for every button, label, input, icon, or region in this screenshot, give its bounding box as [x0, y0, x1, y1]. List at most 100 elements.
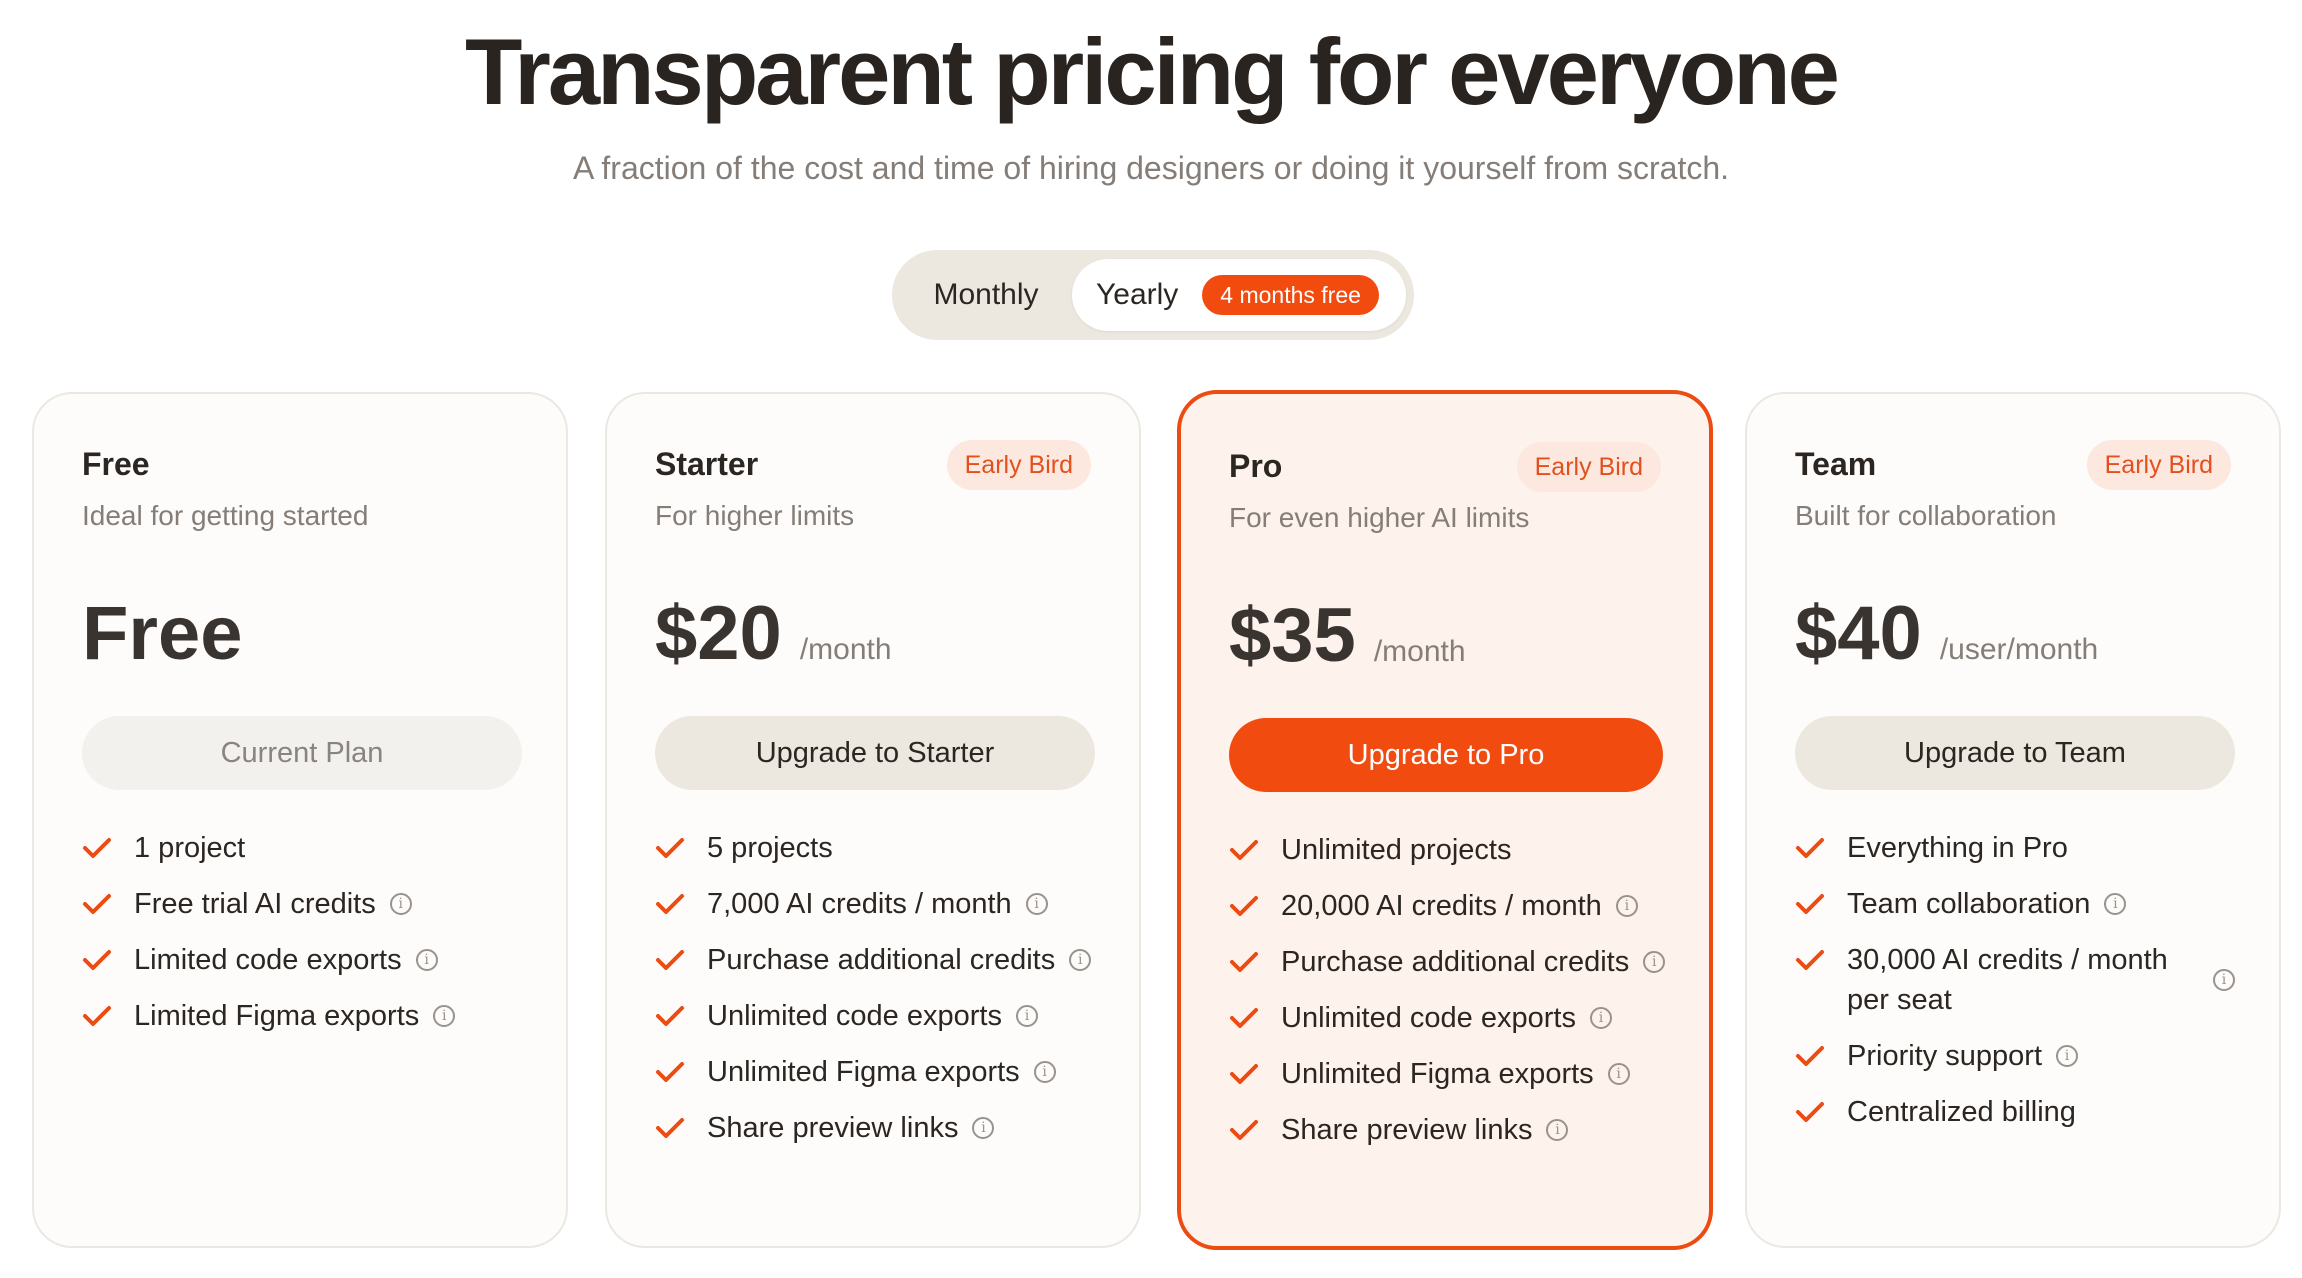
plan-name: Free [82, 446, 150, 482]
check-icon [82, 940, 116, 980]
check-icon [655, 940, 689, 980]
feature-text: Share preview links [1281, 1114, 1533, 1146]
feature-item: Unlimited code exports i [1229, 998, 1669, 1038]
check-icon [655, 828, 689, 868]
price-amount: $40 [1795, 591, 1922, 676]
feature-item: 7,000 AI credits / month i [655, 884, 1095, 924]
info-icon[interactable]: i [972, 1117, 995, 1139]
page-subtitle: A fraction of the cost and time of hirin… [572, 150, 1730, 186]
feature-text: Unlimited code exports [1281, 1002, 1576, 1034]
feature-item: Everything in Pro [1795, 828, 2235, 868]
info-icon[interactable]: i [1607, 1063, 1630, 1085]
info-icon[interactable]: i [2213, 969, 2235, 991]
plan-price: Free [82, 590, 243, 677]
feature-item: Share preview links i [655, 1108, 1095, 1148]
feature-text: Priority support [1847, 1040, 2043, 1072]
feature-item: 30,000 AI credits / month per seat i [1795, 940, 2235, 1020]
feature-item: 1 project [82, 828, 522, 868]
plan-card-team: Team Early Bird Built for collaboration … [1745, 392, 2281, 1248]
info-icon[interactable]: i [2056, 1045, 2079, 1067]
check-icon [655, 1052, 689, 1092]
check-icon [655, 996, 689, 1036]
check-icon [655, 884, 689, 924]
feature-text: Purchase additional credits [707, 944, 1056, 976]
info-icon[interactable]: i [415, 949, 438, 971]
info-icon[interactable]: i [1546, 1119, 1569, 1141]
plan-card-free: Free Ideal for getting started Free Curr… [32, 392, 568, 1248]
feature-text: Limited Figma exports [134, 1000, 420, 1032]
plan-price: $35 /month [1229, 592, 1466, 679]
price-amount: Free [82, 591, 243, 676]
info-icon[interactable]: i [1033, 1061, 1056, 1083]
feature-item: Free trial AI credits i [82, 884, 522, 924]
check-icon [1795, 828, 1829, 868]
feature-text: Unlimited Figma exports [707, 1056, 1020, 1088]
early-bird-badge: Early Bird [946, 440, 1091, 490]
feature-text: Centralized billing [1847, 1096, 2076, 1128]
months-free-badge: 4 months free [1202, 275, 1379, 315]
early-bird-badge: Early Bird [2086, 440, 2231, 490]
plan-description: Ideal for getting started [82, 500, 369, 531]
info-icon[interactable]: i [1643, 951, 1666, 973]
feature-item: Purchase additional credits i [655, 940, 1095, 980]
price-period: /month [799, 633, 892, 666]
info-icon[interactable]: i [1025, 893, 1048, 915]
check-icon [655, 1108, 689, 1148]
check-icon [1795, 884, 1829, 924]
upgrade-to-starter-button[interactable]: Upgrade to Starter [655, 716, 1095, 790]
check-icon [1229, 998, 1263, 1038]
early-bird-badge: Early Bird [1516, 442, 1661, 492]
feature-item: 5 projects [655, 828, 1095, 868]
billing-yearly-label: Yearly [1096, 278, 1179, 311]
feature-text: Limited code exports [134, 944, 402, 976]
info-icon[interactable]: i [1589, 1007, 1612, 1029]
billing-yearly-option[interactable]: Yearly 4 months free [1072, 259, 1406, 331]
price-period: /month [1373, 635, 1466, 668]
feature-item: Unlimited projects [1229, 830, 1669, 870]
feature-list: Everything in Pro Team collaboration i 30,0… [1795, 828, 2235, 1148]
feature-text: 5 projects [707, 832, 833, 864]
plan-card-starter: Starter Early Bird For higher limits $20… [605, 392, 1141, 1248]
info-icon[interactable]: i [1615, 895, 1638, 917]
upgrade-to-team-button[interactable]: Upgrade to Team [1795, 716, 2235, 790]
check-icon [82, 996, 116, 1036]
current-plan-button[interactable]: Current Plan [82, 716, 522, 790]
check-icon [82, 828, 116, 868]
feature-text: Unlimited projects [1281, 834, 1512, 866]
feature-item: Purchase additional credits i [1229, 942, 1669, 982]
feature-text: Purchase additional credits [1281, 946, 1630, 978]
billing-monthly-option[interactable]: Monthly [900, 278, 1072, 312]
info-icon[interactable]: i [433, 1005, 456, 1027]
plan-name: Starter [655, 446, 759, 482]
info-icon[interactable]: i [2104, 893, 2127, 915]
feature-text: Team collaboration [1847, 888, 2091, 920]
feature-text: Unlimited code exports [707, 1000, 1002, 1032]
check-icon [1229, 942, 1263, 982]
billing-toggle: Monthly Yearly 4 months free [892, 250, 1414, 340]
feature-item: Unlimited code exports i [655, 996, 1095, 1036]
feature-text: Free trial AI credits [134, 888, 376, 920]
feature-item: Unlimited Figma exports i [1229, 1054, 1669, 1094]
feature-text: Unlimited Figma exports [1281, 1058, 1594, 1090]
feature-text: 30,000 AI credits / month per seat [1847, 944, 2168, 1016]
check-icon [1795, 1036, 1829, 1076]
plan-description: For higher limits [655, 500, 855, 531]
plan-name: Team [1795, 446, 1877, 482]
plan-price: $40 /user/month [1795, 590, 2098, 677]
feature-text: 20,000 AI credits / month [1281, 890, 1602, 922]
price-amount: $20 [655, 591, 782, 676]
info-icon[interactable]: i [1069, 949, 1092, 971]
pricing-page: Transparent pricing for everyone A fract… [0, 0, 2302, 1278]
info-icon[interactable]: i [389, 893, 412, 915]
feature-item: 20,000 AI credits / month i [1229, 886, 1669, 926]
upgrade-to-pro-button[interactable]: Upgrade to Pro [1229, 718, 1663, 792]
feature-item: Limited code exports i [82, 940, 522, 980]
feature-list: 1 project Free trial AI credits i Limited c… [82, 828, 522, 1052]
check-icon [1229, 1054, 1263, 1094]
plan-description: Built for collaboration [1795, 500, 2057, 531]
feature-text: 1 project [134, 832, 246, 864]
plan-name: Pro [1229, 448, 1283, 484]
info-icon[interactable]: i [1015, 1005, 1038, 1027]
check-icon [1795, 940, 1829, 980]
feature-item: Priority support i [1795, 1036, 2235, 1076]
